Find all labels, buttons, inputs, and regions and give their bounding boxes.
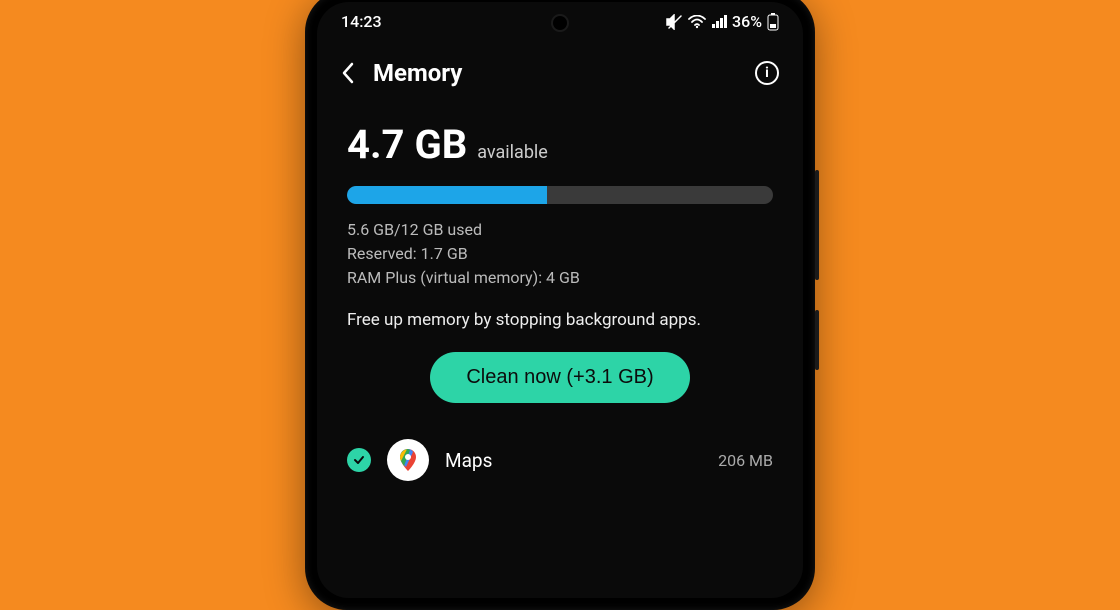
battery-text: 36% xyxy=(732,12,762,31)
signal-icon xyxy=(711,15,727,29)
available-row: 4.7 GB available xyxy=(347,121,773,168)
info-icon: i xyxy=(765,65,769,81)
phone-frame: 14:23 36% Memory i 4.7 GB available xyxy=(305,0,815,610)
app-checkbox[interactable] xyxy=(347,448,371,472)
header: Memory i xyxy=(317,37,803,97)
content: 4.7 GB available 5.6 GB/12 GB used Reser… xyxy=(317,97,803,489)
available-label: available xyxy=(477,142,548,163)
maps-pin-icon xyxy=(395,447,421,473)
memory-progress xyxy=(347,186,773,204)
available-amount: 4.7 GB xyxy=(347,121,467,168)
screen: 14:23 36% Memory i 4.7 GB available xyxy=(317,2,803,598)
reserved-line: Reserved: 1.7 GB xyxy=(347,242,773,266)
battery-icon xyxy=(767,13,779,31)
page-title: Memory xyxy=(373,59,737,87)
volume-button[interactable] xyxy=(815,170,819,280)
clean-now-button[interactable]: Clean now (+3.1 GB) xyxy=(430,352,689,403)
ramplus-line: RAM Plus (virtual memory): 4 GB xyxy=(347,266,773,290)
app-row[interactable]: Maps 206 MB xyxy=(347,431,773,489)
mute-icon xyxy=(665,14,683,30)
back-button[interactable] xyxy=(341,62,355,84)
check-icon xyxy=(352,453,366,467)
info-button[interactable]: i xyxy=(755,61,779,85)
chevron-left-icon xyxy=(341,62,355,84)
camera-hole xyxy=(553,16,567,30)
app-size: 206 MB xyxy=(718,451,773,470)
maps-app-icon xyxy=(387,439,429,481)
wifi-icon xyxy=(688,15,706,29)
memory-details: 5.6 GB/12 GB used Reserved: 1.7 GB RAM P… xyxy=(347,218,773,290)
used-line: 5.6 GB/12 GB used xyxy=(347,218,773,242)
app-name: Maps xyxy=(445,449,702,472)
power-button[interactable] xyxy=(815,310,819,370)
hint-text: Free up memory by stopping background ap… xyxy=(347,310,773,330)
status-icons: 36% xyxy=(665,12,779,31)
status-time: 14:23 xyxy=(341,12,382,31)
memory-progress-fill xyxy=(347,186,547,204)
